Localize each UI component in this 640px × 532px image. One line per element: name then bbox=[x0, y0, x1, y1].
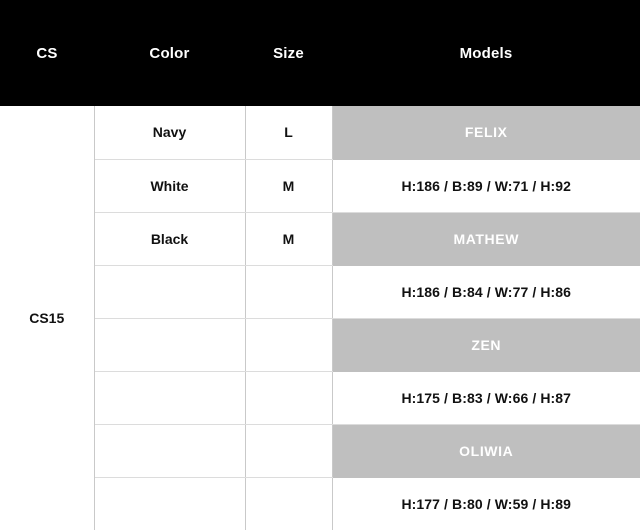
model-name: ZEN bbox=[332, 318, 640, 372]
model-name: FELIX bbox=[332, 106, 640, 160]
size-value bbox=[245, 318, 333, 372]
table-row: White M H:186 / B:89 / W:71 / H:92 bbox=[0, 159, 640, 213]
model-name: OLIWIA bbox=[332, 424, 640, 478]
table-row: OLIWIA bbox=[0, 424, 640, 478]
size-value bbox=[245, 371, 333, 425]
table-row: H:175 / B:83 / W:66 / H:87 bbox=[0, 371, 640, 425]
model-measurements: H:175 / B:83 / W:66 / H:87 bbox=[332, 371, 640, 425]
color-value: Black bbox=[94, 212, 246, 266]
size-value: L bbox=[245, 106, 333, 160]
model-name: MATHEW bbox=[332, 212, 640, 266]
color-value bbox=[94, 318, 246, 372]
column-header-size: Size bbox=[245, 0, 332, 106]
color-value: White bbox=[94, 159, 246, 213]
table-header: CS Color Size Models bbox=[0, 0, 640, 106]
table-row: CS15 Navy L FELIX bbox=[0, 106, 640, 530]
column-header-cs: CS bbox=[0, 0, 94, 106]
table-row: Black M MATHEW bbox=[0, 212, 640, 266]
color-value bbox=[94, 424, 246, 478]
header-row: CS Color Size Models bbox=[0, 0, 640, 106]
color-value: Navy bbox=[94, 106, 246, 160]
table-row: H:186 / B:84 / W:77 / H:86 bbox=[0, 265, 640, 319]
color-value bbox=[94, 265, 246, 319]
model-measurements: H:186 / B:89 / W:71 / H:92 bbox=[332, 159, 640, 213]
table-row: H:177 / B:80 / W:59 / H:89 bbox=[0, 477, 640, 530]
size-chart-table: CS Color Size Models CS15 Navy L FELIX W… bbox=[0, 0, 640, 530]
column-header-models: Models bbox=[332, 0, 640, 106]
size-value: M bbox=[245, 159, 333, 213]
model-measurements: H:177 / B:80 / W:59 / H:89 bbox=[332, 477, 640, 530]
size-value bbox=[245, 265, 333, 319]
cs-group-label: CS15 bbox=[0, 106, 95, 530]
size-value bbox=[245, 424, 333, 478]
table-body: CS15 Navy L FELIX White M H:186 / B:89 /… bbox=[0, 106, 640, 530]
color-value bbox=[94, 371, 246, 425]
size-value: M bbox=[245, 212, 333, 266]
size-value bbox=[245, 477, 333, 530]
color-value bbox=[94, 477, 246, 530]
table-row: ZEN bbox=[0, 318, 640, 372]
column-header-color: Color bbox=[94, 0, 245, 106]
model-measurements: H:186 / B:84 / W:77 / H:86 bbox=[332, 265, 640, 319]
